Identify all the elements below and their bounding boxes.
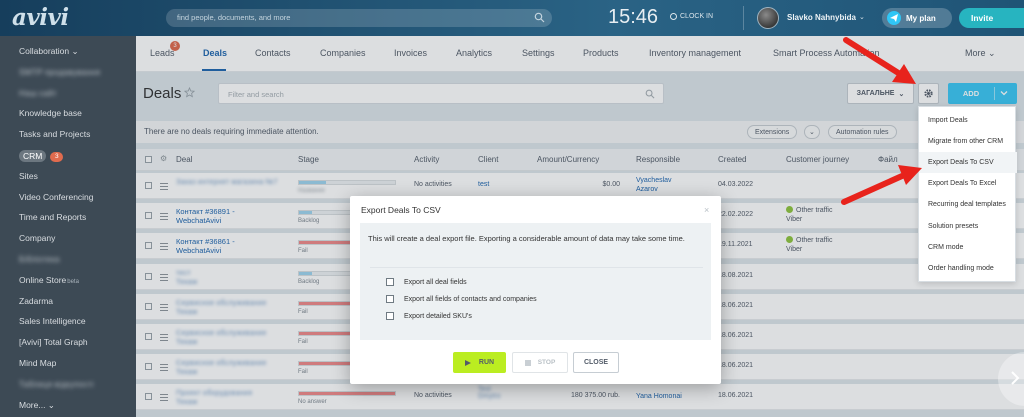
run-button[interactable]: RUN xyxy=(453,352,506,373)
close-label: CLOSE xyxy=(583,359,609,366)
user-menu-chevron-icon[interactable]: ⌄ xyxy=(859,13,865,21)
my-plan-label: My plan xyxy=(906,13,936,23)
sidebar-item-label: Бібліотека xyxy=(19,254,60,264)
sidebar-item-label: Sales Intelligence xyxy=(19,316,86,327)
my-plan-button[interactable]: My plan xyxy=(882,8,952,28)
export-contacts-companies-checkbox[interactable] xyxy=(386,295,394,303)
divider xyxy=(370,267,703,268)
clock-in-icon xyxy=(670,13,677,20)
sidebar-item[interactable]: Knowledge base xyxy=(19,108,82,118)
close-icon[interactable]: × xyxy=(704,205,709,215)
menu-item-migrate-from-other-crm[interactable]: Migrate from other CRM xyxy=(919,131,1017,152)
menu-item-order-handling-mode[interactable]: Order handling mode xyxy=(919,258,1017,279)
divider xyxy=(743,6,744,30)
beta-label: beta xyxy=(67,278,79,285)
settings-dropdown-menu: Import Deals Migrate from other CRM Export… xyxy=(918,106,1017,282)
sidebar-item[interactable]: Sites xyxy=(19,171,38,181)
stop-icon xyxy=(524,359,531,366)
search-icon[interactable] xyxy=(534,12,545,25)
sidebar-item[interactable]: Online Storebeta xyxy=(19,275,79,285)
sidebar-item-label: Sites xyxy=(19,170,38,181)
sidebar-item-label: [Avivi] Total Graph xyxy=(19,337,88,348)
sidebar-item[interactable]: Company xyxy=(19,233,55,243)
sidebar-item[interactable]: SMTP продавування xyxy=(19,67,100,77)
crm-counter-badge: 3 xyxy=(50,152,64,162)
paper-plane-icon xyxy=(887,11,901,25)
menu-item-import-deals[interactable]: Import Deals xyxy=(919,110,1017,131)
dialog-description: This will create a deal export file. Exp… xyxy=(368,234,685,243)
sidebar-item[interactable]: CRM 3 xyxy=(19,150,64,162)
dialog-title: Export Deals To CSV xyxy=(361,205,441,215)
sidebar-item-label: SMTP продавування xyxy=(19,66,101,77)
search-placeholder: find people, documents, and more xyxy=(177,13,291,22)
sidebar-item-label: Mind Map xyxy=(19,358,57,368)
company-logo[interactable]: avivi xyxy=(12,4,69,31)
top-bar: avivi find people, documents, and more 1… xyxy=(0,0,1024,36)
menu-item-crm-mode[interactable]: CRM mode xyxy=(919,237,1017,258)
stop-label: STOP xyxy=(537,359,556,366)
export-skus-option[interactable]: Export detailed SKU's xyxy=(386,312,472,320)
run-label: RUN xyxy=(478,359,495,366)
sidebar-item-label: Tasks and Projects xyxy=(19,129,91,140)
stop-button[interactable]: STOP xyxy=(512,352,568,373)
chevron-right-icon xyxy=(1011,371,1020,385)
sidebar-item[interactable]: Tasks and Projects xyxy=(19,129,90,139)
export-all-deal-fields-checkbox[interactable] xyxy=(386,278,394,286)
export-all-deal-fields-option[interactable]: Export all deal fields xyxy=(386,278,467,286)
left-sidebar: Collaboration ⌄ SMTP продавування Наш сайт… xyxy=(0,36,136,417)
sidebar-item[interactable]: Time and Reports xyxy=(19,212,86,222)
user-name[interactable]: Slavko Nahnybida xyxy=(787,13,856,22)
export-skus-checkbox[interactable] xyxy=(386,312,394,320)
close-button[interactable]: CLOSE xyxy=(573,352,619,373)
sidebar-item-label: Video Conferencing xyxy=(19,191,94,202)
sidebar-item[interactable]: Video Conferencing xyxy=(19,192,94,202)
menu-item-solution-presets[interactable]: Solution presets xyxy=(919,216,1017,237)
clock-time: 15:46 xyxy=(608,6,659,28)
sidebar-item[interactable]: Sales Intelligence xyxy=(19,316,86,326)
user-avatar[interactable] xyxy=(757,7,779,29)
sidebar-item-label: CRM xyxy=(19,150,47,162)
export-contacts-companies-option[interactable]: Export all fields of contacts and compan… xyxy=(386,295,537,303)
menu-item-export-deals-to-excel[interactable]: Export Deals To Excel xyxy=(919,173,1017,194)
sidebar-item-label: Online Store xyxy=(19,274,67,285)
dialog-body: This will create a deal export file. Exp… xyxy=(360,223,711,340)
sidebar-item[interactable]: [Avivi] Total Graph xyxy=(19,337,88,347)
sidebar-item[interactable]: Таблиця відкупості xyxy=(19,379,93,389)
export-csv-dialog: Export Deals To CSV × This will create a… xyxy=(350,196,721,384)
global-search-input[interactable]: find people, documents, and more xyxy=(166,9,552,27)
menu-item-export-deals-to-csv[interactable]: Export Deals To CSV xyxy=(919,152,1017,174)
invite-button[interactable]: Invite xyxy=(959,8,1024,28)
sidebar-item[interactable]: Zadarma xyxy=(19,296,53,306)
sidebar-item-label: Time and Reports xyxy=(19,212,87,223)
menu-item-recurring-deal-templates[interactable]: Recurring deal templates xyxy=(919,194,1017,215)
sidebar-item-label: More... ⌄ xyxy=(19,399,55,410)
option-label: Export all fields of contacts and compan… xyxy=(404,295,537,303)
sidebar-item[interactable]: Бібліотека xyxy=(19,254,60,264)
option-label: Export detailed SKU's xyxy=(404,312,472,320)
sidebar-item[interactable]: Collaboration ⌄ xyxy=(19,46,79,57)
sidebar-item[interactable]: More... ⌄ xyxy=(19,400,55,411)
sidebar-item-label: Zadarma xyxy=(19,295,54,306)
annotation-arrow-to-export-csv xyxy=(841,165,922,205)
sidebar-item-label: Collaboration ⌄ xyxy=(19,46,79,56)
sidebar-item-label: Наш сайт xyxy=(19,87,57,98)
play-icon xyxy=(464,359,471,366)
clock-in-button[interactable]: CLOCK IN xyxy=(670,13,713,20)
sidebar-item-label: Таблиця відкупості xyxy=(19,378,94,389)
sidebar-item-label: Knowledge base xyxy=(19,108,82,119)
annotation-arrow-to-gear xyxy=(843,37,916,84)
clock-in-label: CLOCK IN xyxy=(680,13,714,20)
option-label: Export all deal fields xyxy=(404,278,467,286)
sidebar-item-label: Company xyxy=(19,233,56,244)
sidebar-item[interactable]: Наш сайт xyxy=(19,88,57,98)
sidebar-item[interactable]: Mind Map xyxy=(19,358,56,368)
invite-label: Invite xyxy=(971,13,994,23)
